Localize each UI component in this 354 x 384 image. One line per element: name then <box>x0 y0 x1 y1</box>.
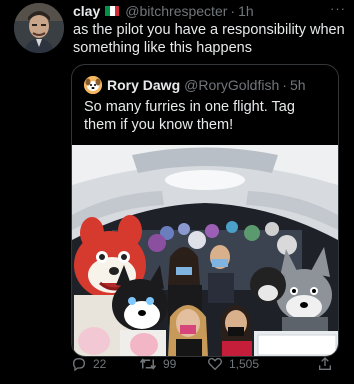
author-name[interactable]: clay <box>73 3 100 19</box>
tweet-header: clay @bitchrespecter · 1h ··· <box>73 1 346 20</box>
like-button[interactable]: 1,505 <box>207 356 317 372</box>
share-icon <box>319 357 331 370</box>
quoted-author-avatar[interactable] <box>84 76 102 94</box>
tweet-time[interactable]: 1h <box>238 3 254 19</box>
quoted-avatar-dog <box>84 76 102 94</box>
quoted-author-handle[interactable]: @RoryGoldfish <box>184 77 279 93</box>
author-handle[interactable]: @bitchrespecter <box>125 3 227 19</box>
tweet-text: as the pilot you have a responsibility w… <box>73 22 345 56</box>
retweet-button[interactable]: 99 <box>139 356 207 372</box>
quoted-separator: · <box>282 77 287 93</box>
avatar-portrait <box>14 3 64 53</box>
like-count: 1,505 <box>229 357 260 371</box>
author-avatar[interactable] <box>14 3 64 53</box>
separator: · <box>230 3 236 19</box>
reply-button[interactable]: 22 <box>71 356 139 372</box>
quoted-tweet-time[interactable]: 5h <box>290 77 306 93</box>
quoted-tweet-text: So many furries in one flight. Tag them … <box>84 99 295 133</box>
quoted-tweet-photo[interactable] <box>72 145 338 356</box>
airplane-cabin-photo <box>72 145 338 356</box>
retweet-icon <box>139 358 157 370</box>
quoted-tweet[interactable]: Rory Dawg @RoryGoldfish · 5h So many fur… <box>71 64 339 357</box>
quoted-author-name[interactable]: Rory Dawg <box>107 77 180 93</box>
italy-flag-icon <box>105 6 120 16</box>
share-button[interactable] <box>317 356 339 372</box>
tweet-actions: 22 99 1,505 <box>71 352 346 376</box>
more-icon[interactable]: ··· <box>330 1 346 16</box>
reply-icon <box>72 357 86 372</box>
quoted-tweet-header: Rory Dawg @RoryGoldfish · 5h <box>84 75 330 95</box>
retweet-count: 99 <box>163 357 177 371</box>
like-icon <box>208 357 222 371</box>
reply-count: 22 <box>93 357 107 371</box>
